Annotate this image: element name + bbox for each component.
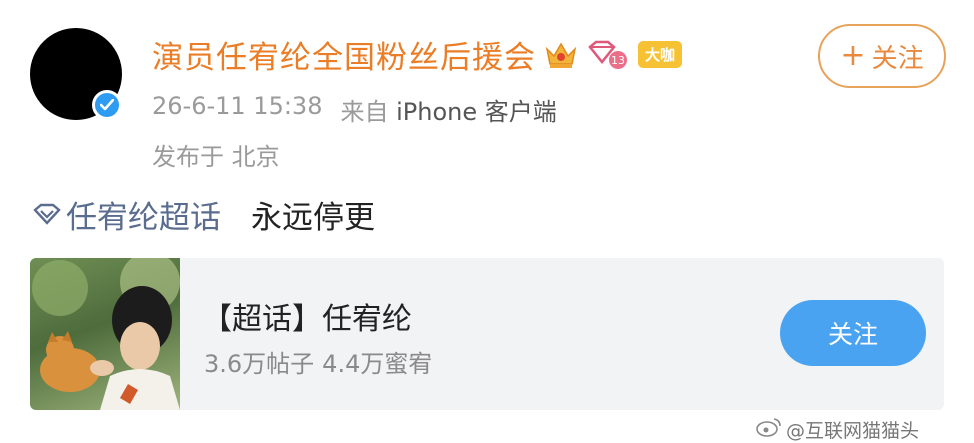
follow-button-label: 关注 (871, 43, 924, 74)
user-name-row: 演员任宥纶全国粉丝后援会 13 大咖 (152, 32, 683, 77)
posts-count: 3.6万帖子 (204, 350, 315, 378)
super-topic-icon (32, 197, 62, 233)
location: 发布于 北京 (152, 143, 280, 171)
membership-diamond-icon: 13 (586, 40, 630, 70)
membership-level: 13 (611, 54, 625, 67)
big-coffee-badge: 大咖 (638, 41, 683, 68)
super-topic-card[interactable]: 【超话】任宥纶 3.6万帖子 4.4万蜜宥 关注 (30, 258, 944, 410)
card-follow-button[interactable]: 关注 (780, 300, 926, 366)
topic-link[interactable]: 任宥纶超话 (32, 192, 221, 237)
crown-icon (544, 39, 578, 71)
plus-icon: + (840, 38, 866, 73)
follow-button[interactable]: + 关注 (818, 24, 946, 88)
source-device[interactable]: iPhone 客户端 (396, 98, 557, 126)
post-text: 任宥纶超话 永远停更 (32, 192, 375, 237)
watermark-text: @互联网猫猫头 (786, 420, 920, 442)
source-prefix: 来自 (340, 98, 389, 126)
post-meta: 26-6-11 15:38 来自 iPhone 客户端 (152, 92, 557, 127)
post-body: 永远停更 (251, 200, 375, 236)
topic-thumbnail (30, 258, 180, 410)
card-stats: 3.6万帖子 4.4万蜜宥 (204, 344, 432, 379)
weibo-logo-icon (756, 417, 782, 442)
topic-link-label: 任宥纶超话 (66, 200, 221, 236)
card-title: 【超话】任宥纶 (202, 302, 412, 337)
timestamp: 26-6-11 15:38 (152, 92, 323, 120)
user-name[interactable]: 演员任宥纶全国粉丝后援会 (152, 32, 536, 77)
watermark: @互联网猫猫头 (756, 416, 919, 443)
verified-icon (92, 90, 122, 120)
fans-count: 4.4万蜜宥 (322, 350, 433, 378)
